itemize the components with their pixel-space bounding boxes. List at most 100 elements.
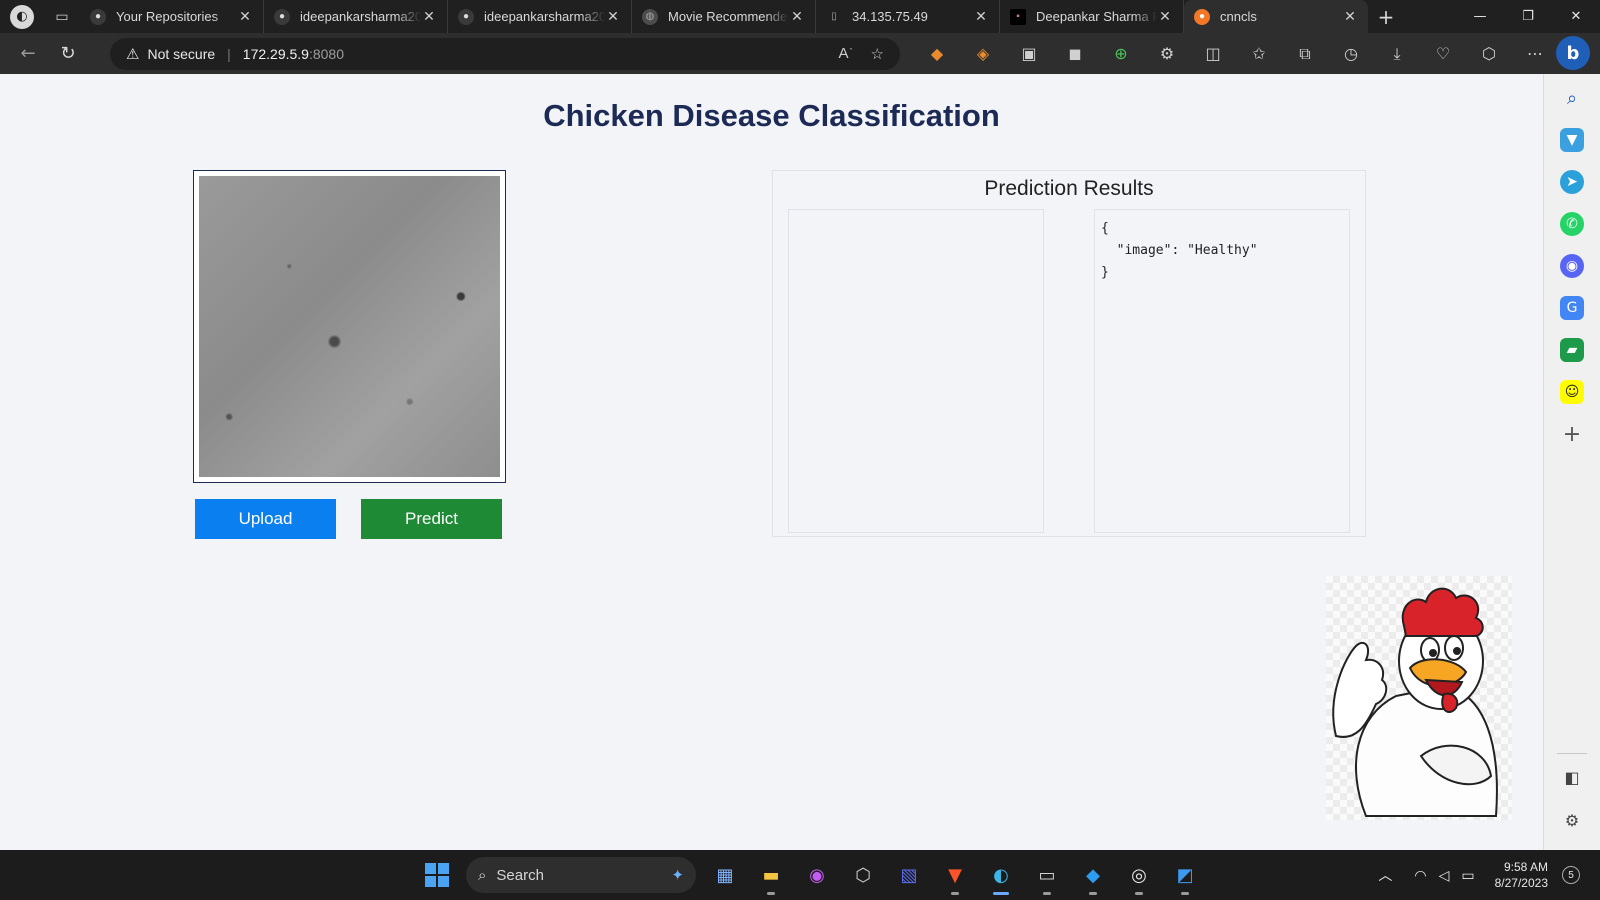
- back-button[interactable]: ←: [8, 37, 48, 71]
- history-icon[interactable]: ◷: [1328, 37, 1374, 71]
- performance-icon[interactable]: ♡: [1420, 37, 1466, 71]
- extensions-icon[interactable]: ⚙: [1144, 37, 1190, 71]
- discord-icon[interactable]: ◉: [1560, 254, 1584, 278]
- copilot-icon[interactable]: ⬡: [1466, 37, 1512, 71]
- close-icon[interactable]: ✕: [1157, 8, 1173, 25]
- close-icon[interactable]: ✕: [973, 8, 989, 25]
- profile-button[interactable]: ◐: [0, 0, 44, 33]
- split-screen-icon[interactable]: ◫: [1190, 37, 1236, 71]
- tab-title: ideepankarsharma20: [300, 9, 421, 24]
- settings-gear-icon[interactable]: ⚙: [1565, 811, 1579, 830]
- unity-icon[interactable]: ⬡: [840, 855, 886, 895]
- search-icon[interactable]: ⌕: [1560, 86, 1584, 110]
- address-bar[interactable]: ⚠ Not secure | 172.29.5.9:8080 A͘ ☆: [110, 37, 900, 70]
- more-menu-icon[interactable]: ⋯: [1512, 37, 1558, 71]
- chat-icon[interactable]: ▰: [1560, 338, 1584, 362]
- app-icon-store[interactable]: ◩: [1162, 855, 1208, 895]
- restore-button[interactable]: ❐: [1504, 0, 1552, 33]
- chevron-up-icon[interactable]: ︿: [1378, 865, 1392, 885]
- browser-tab-strip: ◐ ▭ ● Your Repositories ✕ ● ideepankarsh…: [0, 0, 1600, 33]
- new-tab-button[interactable]: +: [1368, 5, 1404, 29]
- extension-mask-icon[interactable]: ◼: [1052, 37, 1098, 71]
- add-extension-icon[interactable]: ⊕: [1098, 37, 1144, 71]
- wifi-icon[interactable]: ◠: [1414, 867, 1426, 884]
- start-button[interactable]: [414, 855, 460, 895]
- page-title: Chicken Disease Classification: [543, 98, 1000, 133]
- system-tray: ︿ ◠ ◁ ▭ 9:58 AM 8/27/2023 5: [1372, 850, 1580, 900]
- screen-capture-icon[interactable]: ▣: [1006, 37, 1052, 71]
- portfolio-icon: ▪: [1010, 8, 1026, 25]
- read-aloud-icon[interactable]: A͘: [839, 45, 849, 63]
- window-controls: — ❐ ✕: [1456, 0, 1600, 33]
- tab-cnncls[interactable]: ● cnncls ✕: [1184, 0, 1368, 33]
- tab-title: Deepankar Sharma P: [1036, 9, 1157, 24]
- terminal-icon[interactable]: ▭: [1024, 855, 1070, 895]
- obs-studio-icon[interactable]: ◎: [1116, 855, 1162, 895]
- collections-icon[interactable]: ⧉: [1282, 37, 1328, 71]
- github-icon: ●: [458, 8, 474, 25]
- taskbar-search-label: Search: [496, 866, 544, 884]
- address-bar-actions: A͘ ☆: [839, 45, 884, 63]
- toolbar-icons: ◆ ◈ ▣ ◼ ⊕ ⚙ ◫ ✩ ⧉ ◷ ⤓ ♡ ⬡ ⋯: [914, 37, 1558, 71]
- avatar: ◐: [10, 4, 34, 29]
- microsoft-store-icon[interactable]: ▦: [702, 855, 748, 895]
- close-window-button[interactable]: ✕: [1552, 0, 1600, 33]
- file-explorer-icon[interactable]: ▬: [748, 855, 794, 895]
- tab-actions-icon[interactable]: ▭: [44, 0, 80, 33]
- metamask-extension-icon[interactable]: ◆: [914, 37, 960, 71]
- tab-deepankar-portfolio[interactable]: ▪ Deepankar Sharma P ✕: [1000, 0, 1184, 33]
- snapchat-icon[interactable]: ☺: [1560, 380, 1584, 404]
- prediction-results-panel: Prediction Results { "image": "Healthy" …: [772, 170, 1366, 537]
- tab-title: 34.135.75.49: [852, 9, 928, 24]
- clock-date: 8/27/2023: [1494, 876, 1548, 890]
- translate-icon[interactable]: G: [1560, 296, 1584, 320]
- divider: [1557, 753, 1587, 754]
- minimize-button[interactable]: —: [1456, 0, 1504, 33]
- tab-title: Movie Recommender: [668, 9, 789, 24]
- windows-taskbar: ⌕ Search ✦ ▦ ▬ ◉ ⬡ ▧ ▼ ◐ ▭ ◆ ◎ ◩ ︿ ◠ ◁ ▭…: [0, 850, 1600, 900]
- warp-browser-icon[interactable]: ◉: [794, 855, 840, 895]
- edge-browser-icon[interactable]: ◐: [978, 855, 1024, 895]
- reload-button[interactable]: ↻: [48, 37, 88, 71]
- search-icon: ⌕: [478, 866, 487, 884]
- volume-icon[interactable]: ◁: [1439, 867, 1450, 884]
- upload-button[interactable]: Upload: [195, 499, 336, 539]
- tab-ideepankarsharma-1[interactable]: ● ideepankarsharma20 ✕: [264, 0, 448, 33]
- app-icon-blue[interactable]: ▧: [886, 855, 932, 895]
- jupyter-icon: ●: [1194, 8, 1210, 25]
- close-icon[interactable]: ✕: [789, 8, 805, 25]
- close-icon[interactable]: ✕: [421, 8, 437, 25]
- vscode-icon[interactable]: ◆: [1070, 855, 1116, 895]
- brave-browser-icon[interactable]: ▼: [932, 855, 978, 895]
- close-icon[interactable]: ✕: [1342, 8, 1358, 25]
- github-icon: ●: [90, 8, 106, 25]
- clock-time: 9:58 AM: [1503, 860, 1548, 874]
- results-left-pane: [788, 209, 1044, 533]
- bing-chat-icon[interactable]: b: [1556, 36, 1590, 70]
- tab-movie-recommender[interactable]: ◍ Movie Recommender ✕: [632, 0, 816, 33]
- notification-badge[interactable]: 5: [1562, 866, 1580, 884]
- page-content: Chicken Disease Classification Upload Pr…: [0, 74, 1543, 850]
- sidebar-toggle-icon[interactable]: ◧: [1564, 768, 1579, 787]
- close-icon[interactable]: ✕: [605, 8, 621, 25]
- clock[interactable]: 9:58 AM 8/27/2023: [1495, 859, 1548, 891]
- tab-your-repositories[interactable]: ● Your Repositories ✕: [80, 0, 264, 33]
- favorites-icon[interactable]: ✩: [1236, 37, 1282, 71]
- downloads-icon[interactable]: ⤓: [1374, 37, 1420, 71]
- windows-logo-icon: [425, 863, 449, 887]
- extension-fox-icon[interactable]: ◈: [960, 37, 1006, 71]
- shopping-icon[interactable]: ▼: [1560, 128, 1584, 152]
- add-sidebar-app-icon[interactable]: +: [1560, 422, 1584, 447]
- whatsapp-icon[interactable]: ✆: [1560, 212, 1584, 236]
- url-port: :8080: [308, 45, 345, 62]
- tab-ideepankarsharma-2[interactable]: ● ideepankarsharma20 ✕: [448, 0, 632, 33]
- predict-button[interactable]: Predict: [361, 499, 502, 539]
- taskbar-search[interactable]: ⌕ Search ✦: [466, 857, 696, 893]
- favorite-star-icon[interactable]: ☆: [871, 45, 884, 63]
- close-icon[interactable]: ✕: [237, 8, 253, 25]
- tab-ip-address[interactable]: ▯ 34.135.75.49 ✕: [816, 0, 1000, 33]
- telegram-icon[interactable]: ➤: [1560, 170, 1584, 194]
- battery-icon[interactable]: ▭: [1461, 867, 1474, 884]
- globe-icon: ◍: [642, 8, 658, 25]
- security-label[interactable]: Not secure: [147, 46, 215, 62]
